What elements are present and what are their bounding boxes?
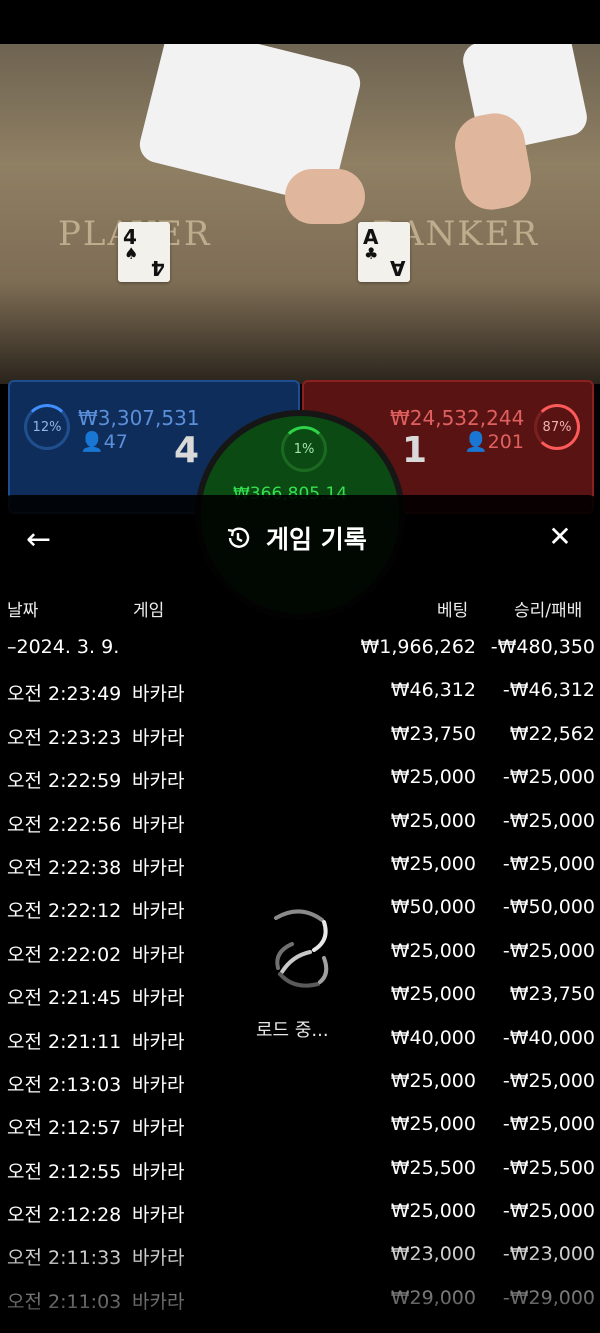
row-result: -₩50,000 <box>502 896 595 919</box>
row-date: 오전 2:22:02 <box>7 943 122 966</box>
row-bet: ₩25,000 <box>390 766 476 789</box>
row-game: 바카라 <box>132 1204 185 1227</box>
row-bet: ₩46,312 <box>390 679 476 702</box>
player-score: 4 <box>174 430 200 471</box>
row-result: -₩25,000 <box>502 1113 595 1136</box>
table-row[interactable]: 오전 2:12:55 바카라 ₩25,500 -₩25,500 <box>0 1149 600 1192</box>
row-bet: ₩25,000 <box>390 852 476 875</box>
row-result: -₩25,000 <box>502 1200 595 1223</box>
row-game: 바카라 <box>132 1073 185 1096</box>
list-fade-overlay <box>0 1230 600 1333</box>
row-result: ₩23,750 <box>509 983 595 1006</box>
row-date: 오전 2:21:45 <box>7 987 122 1010</box>
banker-bettor-count: 👤201 <box>464 431 524 453</box>
history-summary-row[interactable]: –2024. 3. 9. ₩1,966,262 -₩480,350 <box>0 628 600 671</box>
user-icon: 👤 <box>80 431 104 453</box>
arrow-left-icon[interactable]: ← <box>26 522 62 562</box>
banker-percent-ring: 87% <box>534 404 580 450</box>
row-date: 오전 2:21:11 <box>7 1030 122 1053</box>
row-result: -₩25,000 <box>502 766 595 789</box>
column-header-bet: 베팅 <box>437 601 469 621</box>
row-game: 바카라 <box>132 726 185 749</box>
row-bet: ₩25,000 <box>390 1069 476 1092</box>
history-icon <box>227 527 250 548</box>
row-result: -₩25,000 <box>502 852 595 875</box>
row-bet: ₩25,000 <box>390 939 476 962</box>
player-bettor-count: 👤47 <box>80 431 128 453</box>
row-date: 오전 2:12:28 <box>7 1204 122 1227</box>
row-date: 오전 2:22:38 <box>7 856 122 879</box>
table-row[interactable]: 오전 2:13:03 바카라 ₩25,000 -₩25,000 <box>0 1062 600 1105</box>
banker-score: 1 <box>402 430 428 471</box>
dealer-left-hand <box>285 169 365 224</box>
live-video-feed: PLAYER BANKER 4 ♠ 4 A ♣ A <box>0 44 600 384</box>
tie-percent-ring: 1% <box>281 426 327 472</box>
row-game: 바카라 <box>132 943 185 966</box>
row-date: 오전 2:22:59 <box>7 770 122 793</box>
row-date: 오전 2:13:03 <box>7 1073 122 1096</box>
row-bet: ₩40,000 <box>390 1026 476 1049</box>
table-row[interactable]: 오전 2:12:28 바카라 ₩25,000 -₩25,000 <box>0 1192 600 1235</box>
row-result: -₩25,000 <box>502 1069 595 1092</box>
row-date: 오전 2:23:49 <box>7 683 122 706</box>
row-result: -₩46,312 <box>502 679 595 702</box>
player-percent-ring: 12% <box>24 404 70 450</box>
row-result: -₩25,000 <box>502 809 595 832</box>
row-bet: ₩1,966,262 <box>360 636 476 658</box>
row-result: -₩40,000 <box>502 1026 595 1049</box>
row-result: -₩25,500 <box>502 1156 595 1179</box>
table-row[interactable]: 오전 2:23:23 바카라 ₩23,750 ₩22,562 <box>0 715 600 758</box>
row-bet: ₩25,000 <box>390 1113 476 1136</box>
row-date: 오전 2:12:55 <box>7 1160 122 1183</box>
table-row[interactable]: 오전 2:23:49 바카라 ₩46,312 -₩46,312 <box>0 671 600 714</box>
table-row[interactable]: 오전 2:12:57 바카라 ₩25,000 -₩25,000 <box>0 1105 600 1148</box>
row-bet: ₩23,750 <box>390 722 476 745</box>
banker-bet-amount: ₩24,532,244 <box>390 406 525 430</box>
table-row[interactable]: 오전 2:22:38 바카라 ₩25,000 -₩25,000 <box>0 845 600 888</box>
row-result: -₩480,350 <box>490 636 595 658</box>
row-bet: ₩25,000 <box>390 983 476 1006</box>
row-game: 바카라 <box>132 987 185 1010</box>
row-game: 바카라 <box>132 813 185 836</box>
row-bet: ₩25,000 <box>390 1200 476 1223</box>
row-date: 오전 2:12:57 <box>7 1117 122 1140</box>
row-date: 오전 2:22:12 <box>7 900 122 923</box>
column-header-game: 게임 <box>133 601 165 621</box>
row-bet: ₩50,000 <box>390 896 476 919</box>
row-result: ₩22,562 <box>509 722 595 745</box>
player-bet-amount: ₩3,307,531 <box>78 406 200 430</box>
column-header-result: 승리/패배 <box>514 601 583 621</box>
row-game: 바카라 <box>132 683 185 706</box>
row-game: 바카라 <box>132 1160 185 1183</box>
column-header-date: 날짜 <box>7 601 39 621</box>
row-game: 바카라 <box>132 770 185 793</box>
row-date: –2024. 3. 9. <box>7 636 120 658</box>
loading-spinner-icon <box>274 909 329 988</box>
row-game: 바카라 <box>132 1030 185 1053</box>
loading-text: 로드 중... <box>256 1020 329 1041</box>
row-game: 바카라 <box>132 900 185 923</box>
table-row[interactable]: 오전 2:22:59 바카라 ₩25,000 -₩25,000 <box>0 758 600 801</box>
row-game: 바카라 <box>132 856 185 879</box>
page-title: 게임 기록 <box>266 525 367 554</box>
row-bet: ₩25,500 <box>390 1156 476 1179</box>
table-row[interactable]: 오전 2:22:56 바카라 ₩25,000 -₩25,000 <box>0 802 600 845</box>
player-card: 4 ♠ 4 <box>118 222 170 282</box>
history-header: ← 게임 기록 ✕ <box>0 520 600 570</box>
row-result: -₩25,000 <box>502 939 595 962</box>
row-date: 오전 2:22:56 <box>7 813 122 836</box>
row-bet: ₩25,000 <box>390 809 476 832</box>
close-icon[interactable]: ✕ <box>540 520 580 564</box>
row-game: 바카라 <box>132 1117 185 1140</box>
user-icon: 👤 <box>464 431 488 453</box>
row-date: 오전 2:23:23 <box>7 726 122 749</box>
banker-card: A ♣ A <box>358 222 410 282</box>
